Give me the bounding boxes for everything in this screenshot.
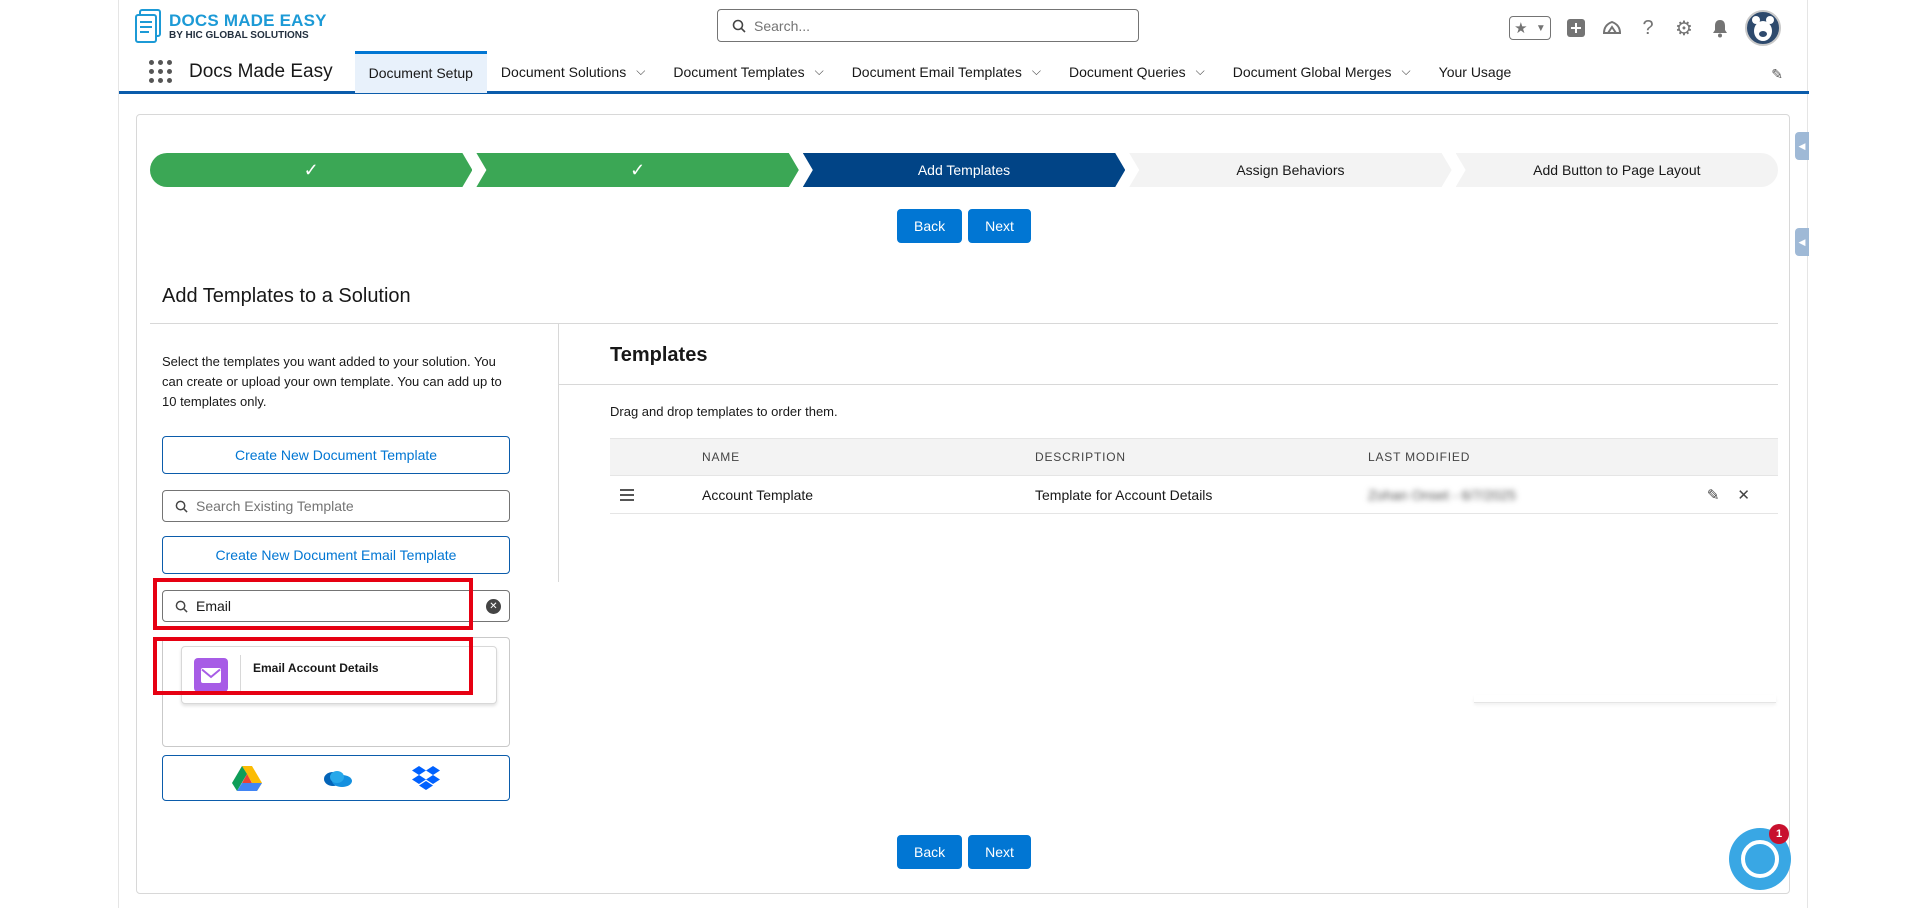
create-document-template-button[interactable]: Create New Document Template xyxy=(162,436,510,474)
chevron-down-icon[interactable]: ⌵ xyxy=(1032,64,1041,79)
drag-handle-icon[interactable] xyxy=(610,488,702,501)
path-step-assign-behaviors[interactable]: Assign Behaviors xyxy=(1129,153,1451,187)
create-email-template-button[interactable]: Create New Document Email Template xyxy=(162,536,510,574)
edit-pencil-icon[interactable]: ✎ xyxy=(1707,486,1720,504)
search-icon xyxy=(175,500,188,513)
row-actions: ✎ ✕ xyxy=(1688,486,1778,504)
nav-tab-label: Document Email Templates xyxy=(851,63,1022,80)
remove-x-icon[interactable]: ✕ xyxy=(1737,486,1750,504)
cloud-upload-bar xyxy=(162,755,510,801)
nav-tab-document-setup[interactable]: Document Setup xyxy=(354,50,487,93)
favorites-dropdown-icon[interactable]: ▼ xyxy=(1536,23,1546,34)
next-button[interactable]: Next xyxy=(968,209,1031,243)
notifications-bell-icon[interactable] xyxy=(1709,17,1731,39)
back-button[interactable]: Back xyxy=(897,209,963,243)
chat-notification-badge: 1 xyxy=(1769,824,1789,844)
favorites-group[interactable]: ★ ▼ xyxy=(1509,16,1551,40)
next-button[interactable]: Next xyxy=(968,835,1031,869)
google-drive-icon[interactable] xyxy=(232,765,263,791)
dropbox-icon[interactable] xyxy=(411,765,440,791)
chat-bubble-icon xyxy=(1741,840,1779,878)
nav-tab-label: Your Usage xyxy=(1438,63,1512,80)
bottom-nav-buttons: Back Next xyxy=(137,835,1791,869)
edit-nav-pencil-icon[interactable]: ✎ xyxy=(1771,66,1783,83)
column-header-name: NAME xyxy=(702,450,740,464)
nav-tab-document-solutions[interactable]: Document Solutions ⌵ xyxy=(487,51,659,93)
app-launcher-icon[interactable] xyxy=(149,60,173,84)
panel-divider xyxy=(558,324,559,582)
table-row[interactable]: Account Template Template for Account De… xyxy=(610,476,1778,514)
chevron-down-icon[interactable]: ⌵ xyxy=(815,64,824,79)
check-icon: ✓ xyxy=(303,159,319,180)
logo-subtitle: BY HIC GLOBAL SOLUTIONS xyxy=(169,29,309,41)
clear-search-icon[interactable]: ✕ xyxy=(486,599,501,614)
chevron-down-icon[interactable]: ⌵ xyxy=(636,64,645,79)
check-icon: ✓ xyxy=(630,159,646,180)
nav-tab-document-queries[interactable]: Document Queries ⌵ xyxy=(1055,51,1219,93)
nav-tab-document-global-merges[interactable]: Document Global Merges ⌵ xyxy=(1219,51,1425,93)
path-step-label: Add Button to Page Layout xyxy=(1533,162,1701,178)
chevron-down-icon[interactable]: ⌵ xyxy=(1196,64,1205,79)
panel-shadow-edge xyxy=(1474,695,1776,703)
utility-collapse-tab[interactable]: ◀ xyxy=(1795,132,1809,160)
template-description-cell: Template for Account Details xyxy=(1035,486,1213,503)
path-step-label: Add Templates xyxy=(917,162,1011,178)
template-last-modified-cell: Zohan Onset - 6/7/2025 xyxy=(1368,486,1516,503)
setup-progress-path: ✓ ✓ Add Templates Assign Behaviors Add B… xyxy=(150,153,1779,187)
global-header: DOCS MADE EASY BY HIC GLOBAL SOLUTIONS S… xyxy=(119,0,1809,52)
path-step-label: Assign Behaviors xyxy=(1236,162,1345,178)
templates-divider xyxy=(559,384,1778,385)
path-step-1-complete[interactable]: ✓ xyxy=(150,153,472,187)
highlight-box-result xyxy=(153,637,473,695)
highlight-box-search xyxy=(153,578,473,630)
drag-drop-note: Drag and drop templates to order them. xyxy=(610,404,838,419)
section-divider xyxy=(150,323,1778,324)
search-existing-placeholder: Search Existing Template xyxy=(196,498,354,514)
path-step-add-templates[interactable]: Add Templates xyxy=(803,153,1125,187)
nav-tab-document-templates[interactable]: Document Templates ⌵ xyxy=(659,51,837,93)
app-frame: DOCS MADE EASY BY HIC GLOBAL SOLUTIONS S… xyxy=(118,0,1809,908)
docs-made-easy-logo[interactable]: DOCS MADE EASY BY HIC GLOBAL SOLUTIONS xyxy=(135,8,327,44)
chevron-down-icon[interactable]: ⌵ xyxy=(1402,64,1411,79)
templates-title: Templates xyxy=(610,344,708,366)
nav-tab-your-usage[interactable]: Your Usage xyxy=(1425,51,1526,93)
table-header: NAME DESCRIPTION LAST MODIFIED xyxy=(610,438,1778,476)
add-icon[interactable] xyxy=(1565,17,1587,39)
path-step-2-complete[interactable]: ✓ xyxy=(476,153,798,187)
chat-launcher-button[interactable]: 1 xyxy=(1729,824,1791,890)
nav-tab-label: Document Templates xyxy=(673,63,805,80)
path-step-add-button[interactable]: Add Button to Page Layout xyxy=(1455,153,1779,187)
column-header-last-modified: LAST MODIFIED xyxy=(1368,450,1471,464)
app-navigation-bar: Docs Made Easy Document Setup Document S… xyxy=(119,50,1809,94)
setup-wizard-card: ✓ ✓ Add Templates Assign Behaviors Add B… xyxy=(136,114,1790,894)
favorites-star-icon[interactable]: ★ xyxy=(1514,19,1527,37)
column-header-description: DESCRIPTION xyxy=(1035,450,1126,464)
app-name: Docs Made Easy xyxy=(189,60,333,82)
nav-tab-label: Document Solutions xyxy=(500,63,627,80)
global-search-placeholder: Search... xyxy=(754,17,811,34)
onedrive-icon[interactable] xyxy=(321,768,353,788)
nav-tab-label: Document Global Merges xyxy=(1232,63,1392,80)
help-icon[interactable]: ? xyxy=(1637,17,1659,39)
search-existing-template-input[interactable]: Search Existing Template xyxy=(162,490,510,522)
top-nav-buttons: Back Next xyxy=(137,209,1791,243)
nav-tab-label: Document Queries xyxy=(1068,63,1186,80)
instructions-text: Select the templates you want added to y… xyxy=(162,354,502,409)
template-name-cell: Account Template xyxy=(702,486,814,503)
setup-gear-icon[interactable]: ⚙ xyxy=(1673,17,1695,40)
user-avatar[interactable] xyxy=(1745,10,1781,46)
templates-table: NAME DESCRIPTION LAST MODIFIED Account T… xyxy=(610,438,1778,514)
nav-tab-document-email-templates[interactable]: Document Email Templates ⌵ xyxy=(838,51,1055,93)
global-search-input[interactable]: Search... xyxy=(717,9,1139,42)
header-actions: ★ ▼ ? ⚙ xyxy=(1509,10,1781,46)
nav-tab-label: Document Setup xyxy=(368,65,473,81)
back-button[interactable]: Back xyxy=(897,835,963,869)
logo-title: DOCS MADE EASY xyxy=(169,10,327,30)
search-icon xyxy=(732,19,746,33)
section-title: Add Templates to a Solution xyxy=(162,285,411,307)
logo-document-icon xyxy=(135,9,161,43)
utility-collapse-tab[interactable]: ◀ xyxy=(1795,228,1809,256)
trailhead-icon[interactable] xyxy=(1601,17,1623,39)
